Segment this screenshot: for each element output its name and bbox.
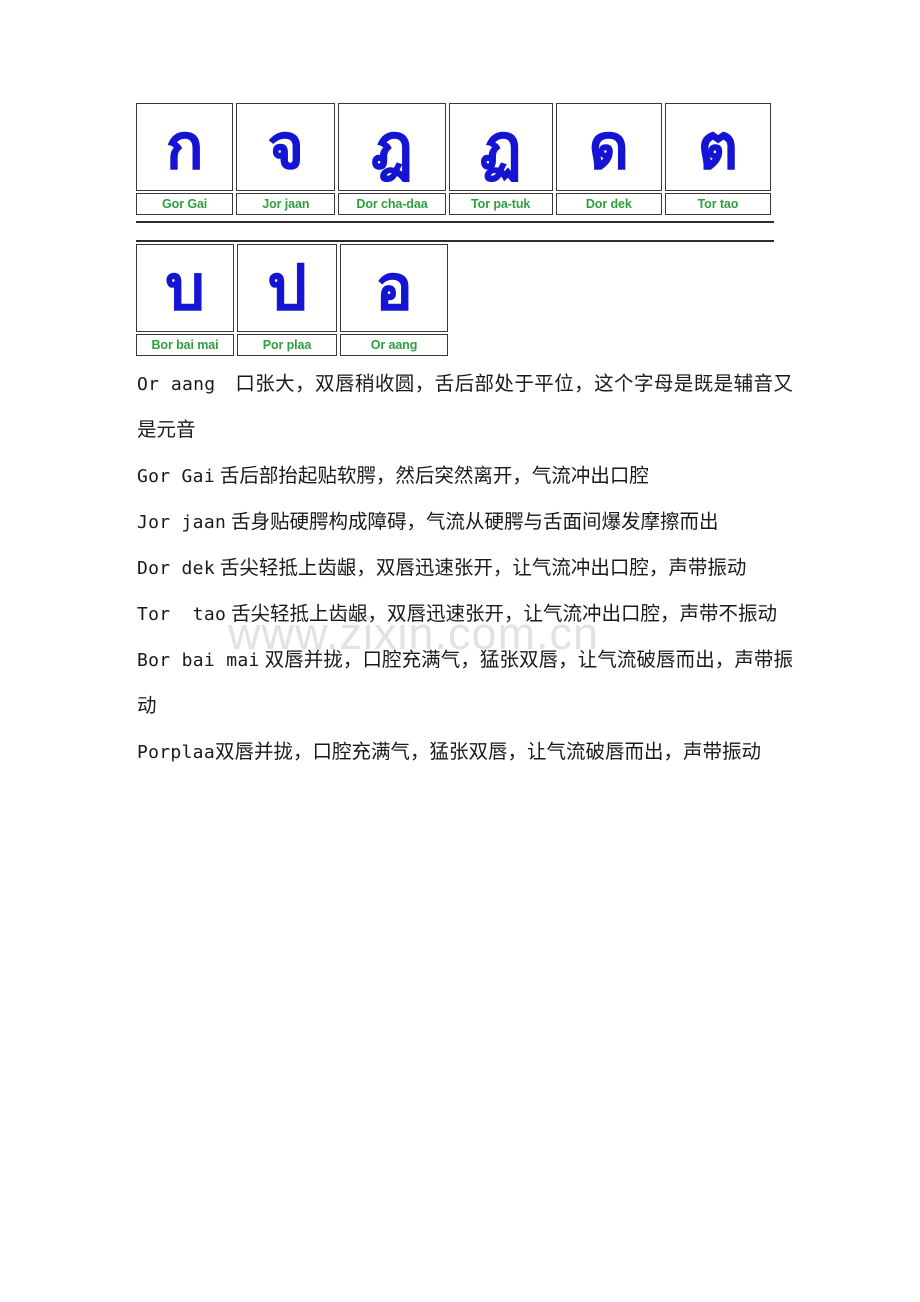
thai-letter-glyph: บ	[165, 251, 205, 324]
description-or-aang: 口张大，双唇稍收圆，舌后部处于平位，这个字母是既是辅音又是元音	[137, 374, 793, 441]
paragraph-por-plaa: Porplaa双唇并拢，口腔充满气，猛张双唇，让气流破唇而出，声带振动	[137, 730, 793, 776]
glyph-cell-jor-jaan: จ	[236, 103, 336, 191]
glyph-cell-tor-tao: ต	[664, 103, 771, 191]
description-jor-jaan: 舌身贴硬腭构成障碍，气流从硬腭与舌面间爆发摩擦而出	[230, 512, 719, 533]
glyph-cell-or-aang: อ	[340, 244, 448, 332]
label-cell-por-plaa: Por plaa	[237, 334, 337, 356]
description-por-plaa: 双唇并拢，口腔充满气，猛张双唇，让气流破唇而出，声带振动	[214, 742, 761, 763]
thai-letter-glyph: ฎ	[371, 110, 413, 183]
label-cell-gor-gai: Gor Gai	[136, 193, 234, 215]
paragraph-dor-dek: Dor dek 舌尖轻抵上齿龈，双唇迅速张开，让气流冲出口腔，声带振动	[137, 546, 793, 592]
glyph-cell-por-plaa: ป	[237, 244, 337, 332]
glyph-cell-bor-bai-mai: บ	[136, 244, 234, 332]
romanization-tor-tao: Tor tao	[137, 604, 227, 625]
thai-letter-glyph: จ	[267, 110, 304, 183]
document-page: www.zixin.com.cn ก จ ฎ ฏ ด ต Gor Gai Jor…	[0, 0, 920, 1302]
glyph-cell-tor-pa-tuk: ฏ	[448, 103, 553, 191]
description-gor-gai: 舌后部抬起贴软腭，然后突然离开，气流冲出口腔	[219, 466, 649, 487]
glyph-cell-dor-cha-daa: ฎ	[338, 103, 446, 191]
thai-letter-glyph: ฏ	[479, 110, 522, 183]
description-text-block: Or aang 口张大，双唇稍收圆，舌后部处于平位，这个字母是既是辅音又是元音 …	[137, 362, 793, 776]
alphabet-row-2: บ ป อ Bor bai mai Por plaa Or aang	[136, 244, 774, 356]
table-divider-rule-1	[136, 221, 774, 223]
romanization-dor-dek: Dor dek	[137, 558, 215, 579]
glyph-cell-gor-gai: ก	[136, 103, 234, 191]
glyph-strip-row-2: บ ป อ	[136, 244, 774, 332]
paragraph-jor-jaan: Jor jaan 舌身贴硬腭构成障碍，气流从硬腭与舌面间爆发摩擦而出	[137, 500, 793, 546]
description-tor-tao: 舌尖轻抵上齿龈，双唇迅速张开，让气流冲出口腔，声带不振动	[230, 604, 777, 625]
romanization-jor-jaan: Jor jaan	[137, 512, 227, 533]
description-dor-dek: 舌尖轻抵上齿龈，双唇迅速张开，让气流冲出口腔，声带振动	[219, 558, 747, 579]
label-cell-bor-bai-mai: Bor bai mai	[136, 334, 234, 356]
thai-letter-glyph: ก	[165, 110, 204, 183]
thai-letter-glyph: อ	[375, 251, 413, 324]
romanization-or-aang: Or aang	[137, 374, 216, 395]
thai-alphabet-table: ก จ ฎ ฏ ด ต Gor Gai Jor jaan Dor cha-daa…	[136, 103, 774, 356]
thai-letter-glyph: ต	[697, 110, 739, 183]
paragraph-bor-bai-mai: Bor bai mai 双唇并拢，口腔充满气，猛张双唇，让气流破唇而出，声带振动	[137, 638, 793, 730]
thai-letter-glyph: ด	[588, 110, 629, 183]
paragraph-or-aang: Or aang 口张大，双唇稍收圆，舌后部处于平位，这个字母是既是辅音又是元音	[137, 362, 793, 454]
romanization-por-plaa: Porplaa	[137, 742, 215, 763]
paragraph-tor-tao: Tor tao 舌尖轻抵上齿龈，双唇迅速张开，让气流冲出口腔，声带不振动	[137, 592, 793, 638]
label-strip-row-2: Bor bai mai Por plaa Or aang	[136, 332, 774, 356]
romanization-gor-gai: Gor Gai	[137, 466, 215, 487]
label-cell-tor-pa-tuk: Tor pa-tuk	[448, 193, 553, 215]
alphabet-row-1: ก จ ฎ ฏ ด ต Gor Gai Jor jaan Dor cha-daa…	[136, 103, 774, 215]
label-cell-dor-cha-daa: Dor cha-daa	[338, 193, 446, 215]
label-cell-dor-dek: Dor dek	[555, 193, 662, 215]
paragraph-gor-gai: Gor Gai 舌后部抬起贴软腭，然后突然离开，气流冲出口腔	[137, 454, 793, 500]
table-divider-rule-2	[136, 240, 774, 242]
label-cell-jor-jaan: Jor jaan	[236, 193, 336, 215]
label-cell-tor-tao: Tor tao	[664, 193, 771, 215]
glyph-strip-row-1: ก จ ฎ ฏ ด ต	[136, 103, 774, 191]
thai-letter-glyph: ป	[267, 251, 307, 324]
glyph-cell-dor-dek: ด	[555, 103, 662, 191]
label-cell-or-aang: Or aang	[340, 334, 448, 356]
romanization-bor-bai-mai: Bor bai mai	[137, 650, 260, 671]
label-strip-row-1: Gor Gai Jor jaan Dor cha-daa Tor pa-tuk …	[136, 191, 774, 215]
